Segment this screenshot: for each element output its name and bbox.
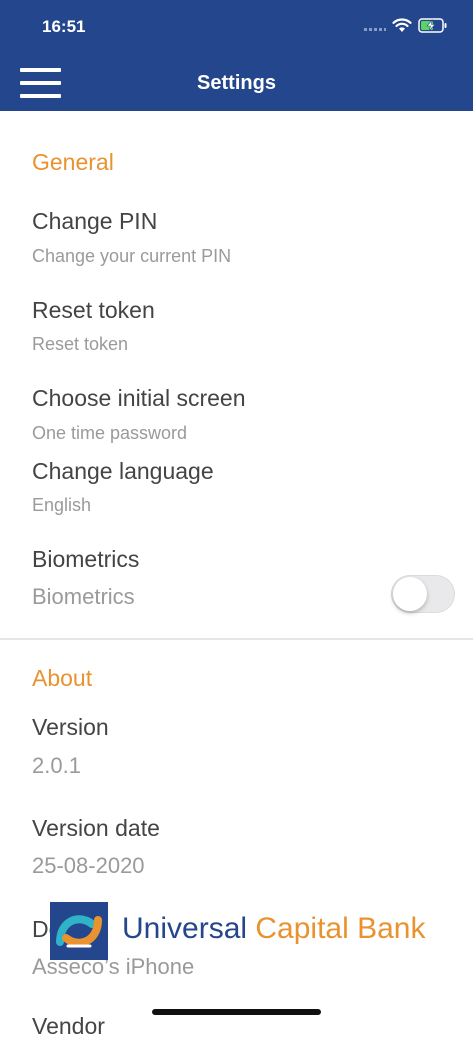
biometrics-toggle[interactable]	[391, 575, 455, 613]
toggle-knob	[393, 577, 427, 611]
bank-logo-icon	[50, 902, 108, 960]
setting-title: Change language	[32, 458, 214, 484]
section-divider	[0, 638, 473, 640]
setting-subtitle: Change your current PIN	[32, 246, 232, 266]
setting-subtitle: One time password	[32, 423, 188, 443]
app-header: 16:51 Settings	[0, 0, 473, 111]
wifi-icon	[392, 18, 412, 32]
bank-name-part2: Capital Bank	[255, 912, 426, 945]
setting-subtitle: Reset token	[32, 334, 129, 354]
about-value-version-date: 25-08-2020	[32, 853, 145, 878]
setting-subtitle-biometrics: Biometrics	[32, 584, 135, 609]
status-time: 16:51	[42, 17, 86, 36]
battery-charging-icon	[418, 18, 447, 33]
bank-name: Universal Capital Bank	[122, 912, 426, 946]
setting-subtitle: English	[32, 495, 92, 515]
bank-name-part1: Universal	[122, 912, 248, 945]
setting-title: Change PIN	[32, 208, 158, 234]
about-title-version: Version	[32, 714, 109, 740]
about-title-version-date: Version date	[32, 815, 160, 841]
setting-title: Reset token	[32, 297, 155, 323]
about-value-version: 2.0.1	[32, 753, 81, 778]
section-title-general: General	[32, 149, 114, 175]
signal-icon	[364, 28, 386, 31]
section-title-about: About	[32, 665, 93, 691]
setting-title-biometrics: Biometrics	[32, 546, 140, 572]
page-title: Settings	[197, 72, 276, 94]
setting-title: Choose initial screen	[32, 385, 246, 411]
about-title-vendor: Vendor	[32, 1013, 105, 1039]
home-indicator[interactable]	[152, 1009, 321, 1015]
